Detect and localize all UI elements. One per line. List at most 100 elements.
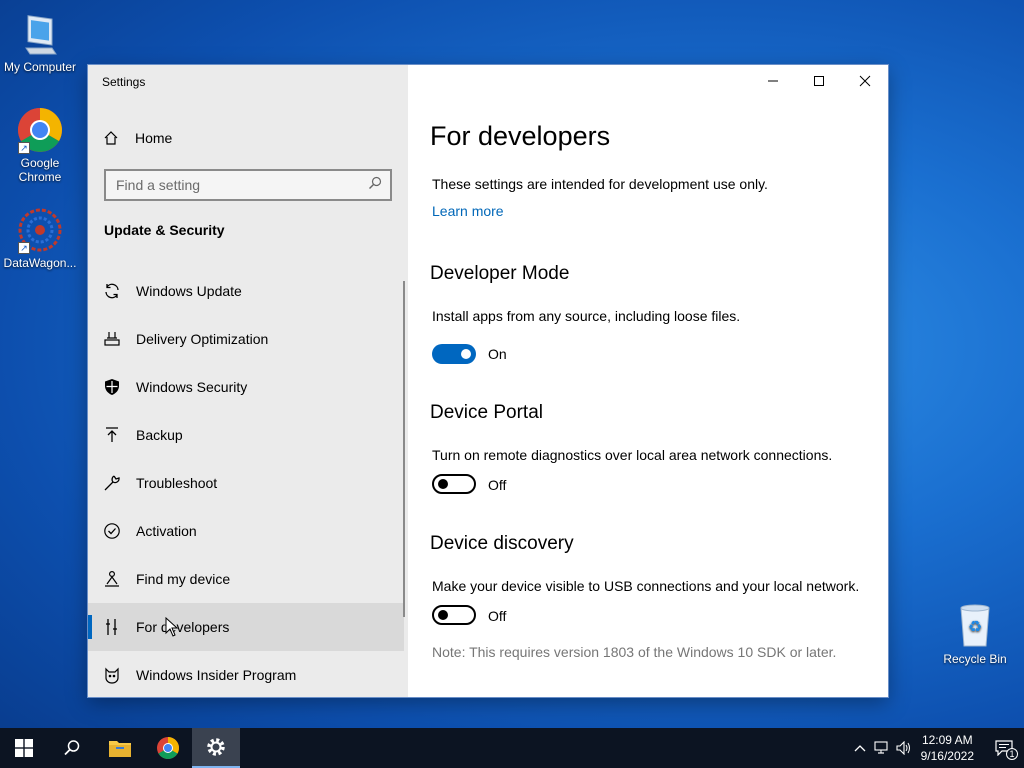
developer-mode-heading: Developer Mode bbox=[430, 263, 570, 284]
sidebar-item-label: Windows Update bbox=[136, 283, 242, 299]
minimize-icon bbox=[768, 80, 778, 82]
developer-tools-icon bbox=[103, 618, 121, 636]
maximize-icon bbox=[814, 76, 824, 86]
sidebar-item-for-developers[interactable]: For developers bbox=[88, 603, 404, 651]
recycle-bin-icon: ♻ bbox=[951, 602, 999, 650]
folder-icon bbox=[109, 741, 131, 757]
desktop-icon-datawagon[interactable]: ↗ DataWagon... bbox=[0, 206, 80, 270]
shortcut-arrow-icon: ↗ bbox=[18, 242, 30, 254]
sidebar-item-label: Windows Security bbox=[136, 379, 248, 395]
device-portal-description: Turn on remote diagnostics over local ar… bbox=[432, 447, 833, 463]
sidebar-item-delivery-optimization[interactable]: Delivery Optimization bbox=[88, 315, 404, 363]
device-discovery-note: Note: This requires version 1803 of the … bbox=[432, 644, 837, 660]
developer-mode-toggle[interactable] bbox=[432, 344, 476, 364]
svg-text:♻: ♻ bbox=[968, 617, 982, 636]
page-title: For developers bbox=[430, 121, 611, 151]
sidebar-item-label: Backup bbox=[136, 427, 183, 443]
home-icon bbox=[102, 130, 120, 146]
chrome-icon: ↗ bbox=[16, 106, 64, 154]
device-discovery-toggle[interactable] bbox=[432, 605, 476, 625]
search-input[interactable] bbox=[116, 177, 368, 193]
notification-count-badge: 1 bbox=[1006, 748, 1018, 760]
device-portal-state: Off bbox=[488, 477, 507, 493]
device-discovery-state: Off bbox=[488, 608, 507, 624]
delivery-icon bbox=[103, 330, 121, 348]
mouse-cursor bbox=[165, 616, 179, 642]
shortcut-arrow-icon: ↗ bbox=[18, 142, 30, 154]
sidebar-item-label: Find my device bbox=[136, 571, 231, 587]
nav-list: Windows Update Delivery Optimization Win… bbox=[88, 267, 404, 697]
search-icon[interactable] bbox=[368, 176, 382, 195]
clock-date: 9/16/2022 bbox=[920, 749, 974, 763]
nav-home-label: Home bbox=[135, 130, 173, 146]
developer-mode-state: On bbox=[488, 346, 507, 362]
taskbar: 12:09 AM 9/16/2022 1 bbox=[0, 728, 1024, 768]
windows-logo-icon bbox=[15, 739, 33, 757]
action-center-button[interactable]: 1 bbox=[984, 728, 1024, 768]
sidebar-item-windows-update[interactable]: Windows Update bbox=[88, 267, 404, 315]
shield-icon bbox=[103, 378, 121, 396]
sidebar-scrollbar[interactable] bbox=[403, 281, 405, 617]
taskbar-search-button[interactable] bbox=[48, 728, 96, 768]
desktop-icon-label: Google Chrome bbox=[18, 156, 62, 184]
clock-time: 12:09 AM bbox=[921, 733, 973, 747]
desktop-icon-label: Recycle Bin bbox=[943, 652, 1007, 666]
settings-window: Settings Home Update & Security Windows … bbox=[88, 65, 888, 697]
sidebar-item-label: Delivery Optimization bbox=[136, 331, 269, 347]
desktop-icon-google-chrome[interactable]: ↗ Google Chrome bbox=[0, 106, 80, 184]
sidebar-item-find-my-device[interactable]: Find my device bbox=[88, 555, 404, 603]
search-box[interactable] bbox=[104, 169, 392, 201]
developer-mode-description: Install apps from any source, including … bbox=[432, 308, 741, 324]
datawagon-icon: ↗ bbox=[16, 206, 64, 254]
sync-icon bbox=[103, 282, 121, 300]
volume-icon[interactable] bbox=[893, 741, 915, 755]
insider-cat-icon bbox=[103, 666, 121, 684]
toggle-knob bbox=[438, 610, 448, 620]
nav-home[interactable]: Home bbox=[102, 125, 172, 151]
wrench-icon bbox=[103, 474, 121, 492]
learn-more-link[interactable]: Learn more bbox=[432, 203, 504, 219]
person-locate-icon bbox=[103, 570, 121, 588]
minimize-button[interactable] bbox=[750, 65, 796, 97]
sidebar-item-windows-security[interactable]: Windows Security bbox=[88, 363, 404, 411]
window-controls bbox=[750, 65, 888, 97]
intro-text: These settings are intended for developm… bbox=[432, 176, 768, 192]
close-button[interactable] bbox=[842, 65, 888, 97]
backup-arrow-icon bbox=[103, 426, 121, 444]
sidebar-item-activation[interactable]: Activation bbox=[88, 507, 404, 555]
system-tray: 12:09 AM 9/16/2022 1 bbox=[849, 728, 1024, 768]
sidebar-item-label: Windows Insider Program bbox=[136, 667, 297, 683]
search-icon bbox=[64, 740, 80, 756]
clock[interactable]: 12:09 AM 9/16/2022 bbox=[921, 732, 974, 764]
start-button[interactable] bbox=[0, 728, 48, 768]
check-circle-icon bbox=[103, 522, 121, 540]
taskbar-settings[interactable] bbox=[192, 728, 240, 768]
section-title: Update & Security bbox=[104, 222, 225, 238]
computer-icon bbox=[16, 10, 64, 58]
desktop-icon-label: DataWagon... bbox=[3, 256, 77, 270]
device-discovery-description: Make your device visible to USB connecti… bbox=[432, 578, 860, 594]
desktop-icon-recycle-bin[interactable]: ♻ Recycle Bin bbox=[935, 602, 1015, 666]
window-title: Settings bbox=[102, 75, 146, 89]
desktop-icon-my-computer[interactable]: My Computer bbox=[0, 10, 80, 74]
sidebar-item-label: For developers bbox=[136, 619, 230, 635]
close-icon bbox=[859, 75, 871, 87]
taskbar-chrome[interactable] bbox=[144, 728, 192, 768]
content-pane: For developers These settings are intend… bbox=[408, 65, 888, 697]
chevron-up-icon[interactable] bbox=[849, 744, 871, 752]
sidebar-item-label: Troubleshoot bbox=[136, 475, 218, 491]
device-portal-heading: Device Portal bbox=[430, 402, 543, 423]
device-portal-toggle[interactable] bbox=[432, 474, 476, 494]
sidebar-item-backup[interactable]: Backup bbox=[88, 411, 404, 459]
maximize-button[interactable] bbox=[796, 65, 842, 97]
sidebar-item-windows-insider-program[interactable]: Windows Insider Program bbox=[88, 651, 404, 697]
sidebar-item-label: Activation bbox=[136, 523, 197, 539]
settings-sidebar: Settings Home Update & Security Windows … bbox=[88, 65, 408, 697]
network-icon[interactable] bbox=[871, 741, 893, 755]
chrome-icon bbox=[157, 737, 179, 759]
taskbar-file-explorer[interactable] bbox=[96, 728, 144, 768]
gear-icon bbox=[207, 738, 225, 756]
desktop-icon-label: My Computer bbox=[3, 60, 77, 74]
sidebar-item-troubleshoot[interactable]: Troubleshoot bbox=[88, 459, 404, 507]
toggle-knob bbox=[438, 479, 448, 489]
